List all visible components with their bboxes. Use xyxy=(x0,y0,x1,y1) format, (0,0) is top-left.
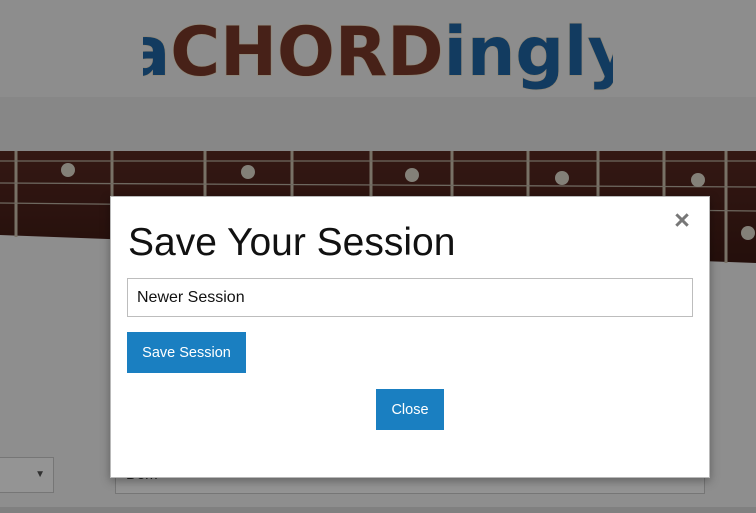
session-name-input[interactable] xyxy=(127,278,693,317)
close-button[interactable]: Close xyxy=(376,389,444,430)
save-session-button[interactable]: Save Session xyxy=(127,332,246,373)
close-icon[interactable]: × xyxy=(671,207,693,234)
save-session-modal: Save Your Session × Save Session Close xyxy=(110,196,710,478)
modal-title: Save Your Session xyxy=(128,221,456,264)
